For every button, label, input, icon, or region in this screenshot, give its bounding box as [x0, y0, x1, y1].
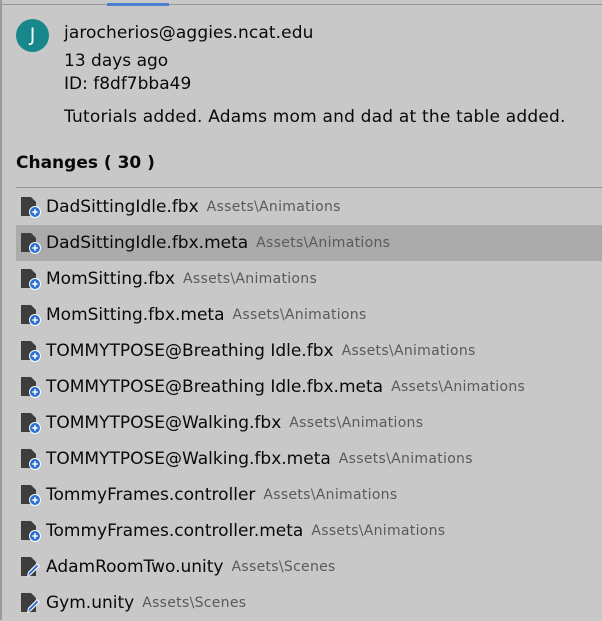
commit-id: ID: f8df7bba49	[64, 74, 192, 94]
change-file-name: MomSitting.fbx.meta	[46, 305, 225, 325]
change-file-name: Gym.unity	[46, 593, 135, 613]
change-file-path: Assets\Animations	[206, 199, 341, 215]
commit-age: 13 days ago	[64, 51, 169, 71]
commit-message: Tutorials added. Adams mom and dad at th…	[64, 107, 566, 127]
file-added-icon	[20, 267, 42, 291]
change-file-path: Assets\Animations	[289, 415, 424, 431]
change-list-item[interactable]: MomSitting.fbx.meta Assets\Animations	[16, 297, 602, 333]
file-added-icon	[20, 303, 42, 327]
change-list-item[interactable]: TommyFrames.controller.meta Assets\Animat…	[16, 513, 602, 549]
file-added-icon	[20, 339, 42, 363]
change-file-path: Assets\Scenes	[142, 595, 247, 611]
changes-header: Changes ( 30 )	[16, 153, 155, 173]
file-added-icon	[20, 375, 42, 399]
change-file-path: Assets\Animations	[341, 343, 476, 359]
commit-details-panel: J jarocherios@aggies.ncat.edu 13 days ag…	[0, 0, 602, 620]
change-file-name: TommyFrames.controller.meta	[46, 521, 304, 541]
change-list-item[interactable]: TOMMYTPOSE@Walking.fbx Assets\Animations	[16, 405, 602, 441]
change-file-path: Assets\Animations	[338, 451, 473, 467]
change-file-name: AdamRoomTwo.unity	[46, 557, 224, 577]
change-list-item[interactable]: DadSittingIdle.fbx.meta Assets\Animations	[16, 225, 602, 261]
commit-author: jarocherios@aggies.ncat.edu	[64, 23, 314, 43]
change-file-name: MomSitting.fbx	[46, 269, 176, 289]
change-file-name: TOMMYTPOSE@Breathing Idle.fbx	[46, 341, 334, 361]
change-list-item[interactable]: TOMMYTPOSE@Walking.fbx.meta Assets\Animat…	[16, 441, 602, 477]
change-list-item[interactable]: AdamRoomTwo.unity Assets\Scenes	[16, 549, 602, 585]
file-modified-icon	[20, 591, 42, 615]
panel-divider	[0, 0, 2, 620]
change-file-name: DadSittingIdle.fbx	[46, 197, 199, 217]
change-file-path: Assets\Animations	[183, 271, 318, 287]
change-file-name: TOMMYTPOSE@Walking.fbx.meta	[46, 449, 331, 469]
change-file-name: DadSittingIdle.fbx.meta	[46, 233, 249, 253]
file-added-icon	[20, 411, 42, 435]
file-added-icon	[20, 195, 42, 219]
change-list-item[interactable]: TOMMYTPOSE@Breathing Idle.fbx.meta Assets…	[16, 369, 602, 405]
file-added-icon	[20, 519, 42, 543]
change-file-path: Assets\Scenes	[231, 559, 336, 575]
change-file-path: Assets\Animations	[256, 235, 391, 251]
changes-divider	[16, 187, 602, 188]
file-added-icon	[20, 231, 42, 255]
changes-list: DadSittingIdle.fbx Assets\Animations DadSi…	[16, 189, 602, 621]
change-list-item[interactable]: MomSitting.fbx Assets\Animations	[16, 261, 602, 297]
change-file-path: Assets\Animations	[391, 379, 526, 395]
avatar: J	[16, 19, 49, 52]
change-file-path: Assets\Animations	[263, 487, 398, 503]
tab-bar-rule	[2, 4, 602, 5]
file-added-icon	[20, 447, 42, 471]
change-file-name: TommyFrames.controller	[46, 485, 256, 505]
change-list-item[interactable]: Gym.unity Assets\Scenes	[16, 585, 602, 621]
change-list-item[interactable]: DadSittingIdle.fbx Assets\Animations	[16, 189, 602, 225]
change-file-name: TOMMYTPOSE@Breathing Idle.fbx.meta	[46, 377, 384, 397]
file-modified-icon	[20, 555, 42, 579]
change-file-path: Assets\Animations	[311, 523, 446, 539]
file-added-icon	[20, 483, 42, 507]
active-tab-indicator	[107, 3, 169, 6]
change-list-item[interactable]: TommyFrames.controller Assets\Animations	[16, 477, 602, 513]
change-file-path: Assets\Animations	[232, 307, 367, 323]
change-file-name: TOMMYTPOSE@Walking.fbx	[46, 413, 282, 433]
change-list-item[interactable]: TOMMYTPOSE@Breathing Idle.fbx Assets\Anim…	[16, 333, 602, 369]
